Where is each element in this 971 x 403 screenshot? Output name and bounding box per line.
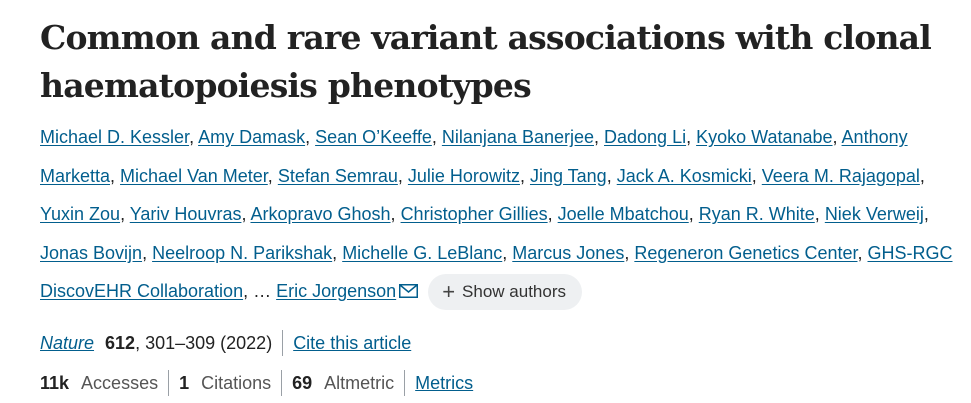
author-separator: , <box>688 204 699 224</box>
author-separator: , <box>332 242 343 263</box>
author-separator: , <box>397 165 408 186</box>
author-separator: , <box>919 165 925 186</box>
divider <box>404 370 406 396</box>
author-separator: , <box>120 204 130 224</box>
author-link[interactable]: Nilanjana Banerjee <box>442 127 594 147</box>
author-list: Michael D. Kessler, Amy Damask, Sean O’K… <box>40 118 965 312</box>
citation-line: Nature 612 , 301–309 (2022) Cite this ar… <box>40 330 411 356</box>
author-separator: , <box>243 281 254 301</box>
cite-article-link[interactable]: Cite this article <box>293 333 411 354</box>
article-title: Common and rare variant associations wit… <box>40 18 932 105</box>
author-link[interactable]: Michelle G. LeBlanc <box>342 243 502 263</box>
pages-year: , 301–309 (2022) <box>135 332 273 353</box>
author-link[interactable]: Arkopravo Ghosh <box>250 204 390 224</box>
author-link[interactable]: Dadong Li <box>604 127 686 147</box>
author-link[interactable]: Stefan Semrau <box>278 166 398 186</box>
author-link[interactable]: Ryan R. White <box>699 204 815 224</box>
plus-icon: + <box>442 279 456 305</box>
author-separator: , <box>594 127 605 147</box>
author-link[interactable]: Joelle Mbatchou <box>558 204 689 224</box>
author-separator: , <box>189 127 199 147</box>
divider <box>282 330 284 356</box>
show-authors-label: Show authors <box>462 282 566 301</box>
author-separator: , <box>857 242 868 263</box>
author-separator: , <box>751 165 762 186</box>
altmetric-label: Altmetric <box>324 372 395 393</box>
author-link[interactable]: Jonas Bovijn <box>40 243 142 263</box>
author-link[interactable]: Jack A. Kosmicki <box>617 166 752 186</box>
author-link[interactable]: Michael D. Kessler <box>40 127 189 147</box>
author-link[interactable]: Jing Tang <box>530 166 607 186</box>
author-separator: , <box>305 127 316 147</box>
author-link[interactable]: Christopher Gillies <box>401 204 548 224</box>
corresponding-author-link[interactable]: Eric Jorgenson <box>276 281 396 301</box>
citations-label: Citations <box>201 372 272 393</box>
divider <box>168 370 170 396</box>
author-link[interactable]: Veera M. Rajagopal <box>762 166 920 186</box>
author-link[interactable]: Niek Verweij <box>825 204 924 224</box>
author-separator: , <box>142 242 153 263</box>
metrics-line: 11k Accesses 1 Citations 69 Altmetric Me… <box>40 370 473 396</box>
author-separator: , <box>606 165 617 186</box>
author-separator: , <box>814 204 825 224</box>
author-separator: , <box>624 242 635 263</box>
show-authors-button[interactable]: + Show authors <box>428 274 582 311</box>
citations-value: 1 <box>179 372 190 393</box>
author-link[interactable]: Neelroop N. Parikshak <box>152 243 332 263</box>
author-link[interactable]: Michael Van Meter <box>120 166 268 186</box>
author-separator: , <box>547 204 558 224</box>
author-link[interactable]: Yuxin Zou <box>40 204 120 224</box>
metrics-link[interactable]: Metrics <box>415 373 473 394</box>
divider <box>281 370 283 396</box>
author-link[interactable]: Marcus Jones <box>512 243 624 263</box>
author-link[interactable]: Kyoko Watanabe <box>696 127 832 147</box>
author-link[interactable]: Julie Horowitz <box>408 166 520 186</box>
author-separator: , <box>686 127 697 147</box>
author-ellipsis: … <box>253 281 272 301</box>
author-separator: , <box>431 127 442 147</box>
author-separator: , <box>267 165 278 186</box>
author-separator: , <box>923 204 929 224</box>
author-separator: , <box>519 165 530 186</box>
author-link[interactable]: Sean O’Keeffe <box>315 127 432 147</box>
author-link[interactable]: Yariv Houvras <box>130 204 242 224</box>
author-separator: , <box>390 204 401 224</box>
author-separator: , <box>110 165 121 186</box>
author-separator: , <box>502 242 513 263</box>
journal-link[interactable]: Nature <box>40 333 94 354</box>
author-link[interactable]: Amy Damask <box>198 127 305 147</box>
author-link[interactable]: Regeneron Genetics Center <box>634 243 857 263</box>
envelope-icon[interactable] <box>399 273 419 312</box>
volume: 612 <box>105 332 136 353</box>
accesses-value: 11k <box>40 372 70 393</box>
accesses-label: Accesses <box>81 372 159 393</box>
altmetric-value: 69 <box>292 372 313 393</box>
author-separator: , <box>832 127 842 147</box>
